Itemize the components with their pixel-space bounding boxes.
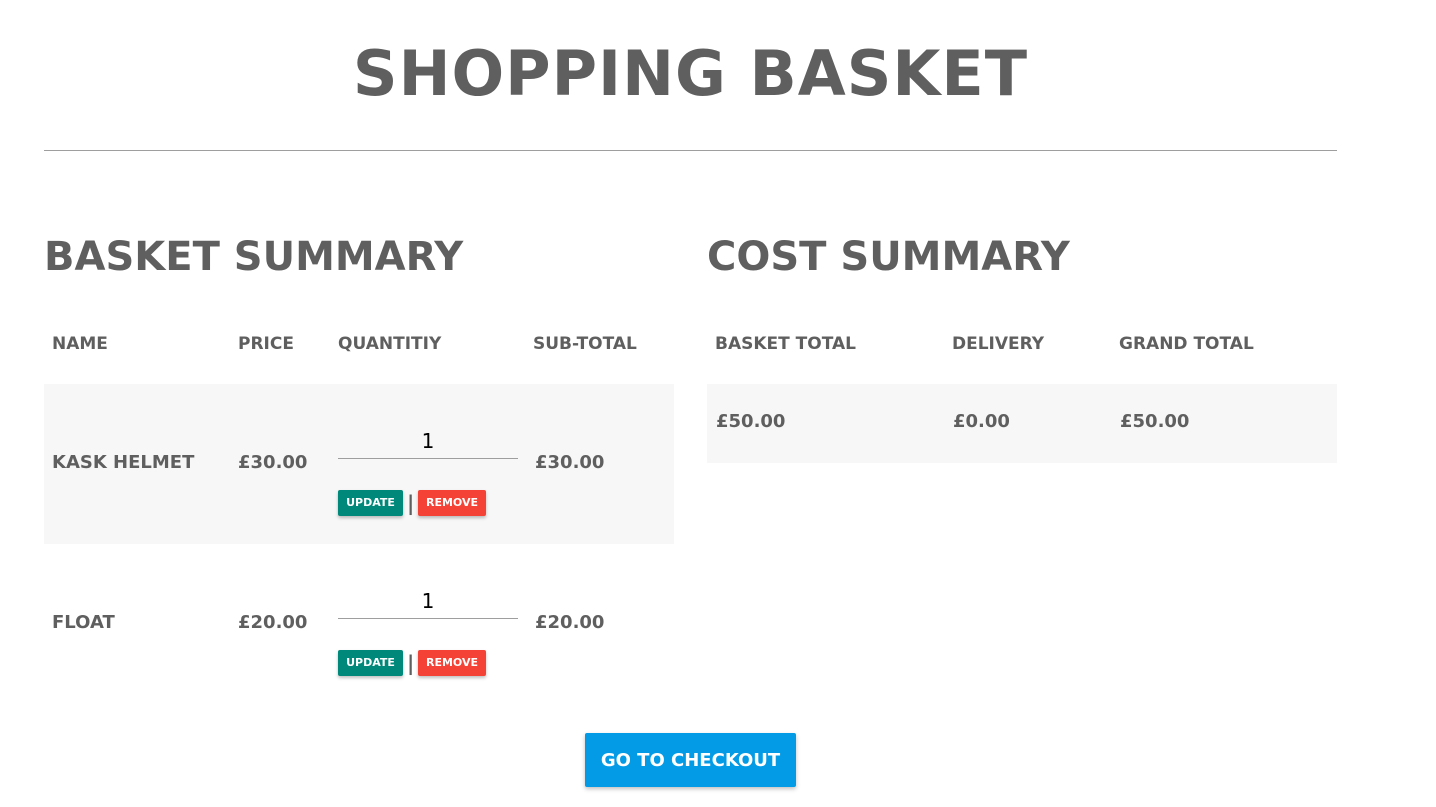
column-header-quantity: Quantitiy xyxy=(338,334,442,354)
shopping-basket-page: Shopping Basket Basket Summary Name Pric… xyxy=(0,0,1436,807)
update-button[interactable]: Update xyxy=(338,490,403,516)
item-subtotal: £30.00 xyxy=(535,452,605,473)
grand-total-value: £50.00 xyxy=(1120,411,1190,432)
basket-summary-heading: Basket Summary xyxy=(44,234,464,280)
item-name: Kask Helmet xyxy=(52,452,195,473)
item-name: Float xyxy=(52,612,115,633)
striped-row-background xyxy=(707,384,1337,463)
quantity-input[interactable] xyxy=(338,584,518,619)
page-title: Shopping Basket xyxy=(352,37,1029,110)
update-button[interactable]: Update xyxy=(338,650,403,676)
button-separator: | xyxy=(407,651,415,675)
column-header-basket-total: Basket Total xyxy=(715,334,856,354)
cost-summary-heading: Cost Summary xyxy=(707,234,1070,280)
remove-button[interactable]: Remove xyxy=(418,650,486,676)
column-header-name: Name xyxy=(52,334,108,354)
item-price: £30.00 xyxy=(238,452,308,473)
column-header-price: Price xyxy=(238,334,294,354)
button-separator: | xyxy=(407,491,415,515)
go-to-checkout-button[interactable]: Go to Checkout xyxy=(585,733,796,787)
remove-button[interactable]: Remove xyxy=(418,490,486,516)
column-header-grand-total: Grand Total xyxy=(1119,334,1254,354)
item-subtotal: £20.00 xyxy=(535,612,605,633)
delivery-value: £0.00 xyxy=(953,411,1010,432)
title-divider xyxy=(44,150,1337,151)
column-header-subtotal: Sub-Total xyxy=(533,334,637,354)
column-header-delivery: Delivery xyxy=(952,334,1045,354)
basket-total-value: £50.00 xyxy=(716,411,786,432)
quantity-input[interactable] xyxy=(338,424,518,459)
item-price: £20.00 xyxy=(238,612,308,633)
